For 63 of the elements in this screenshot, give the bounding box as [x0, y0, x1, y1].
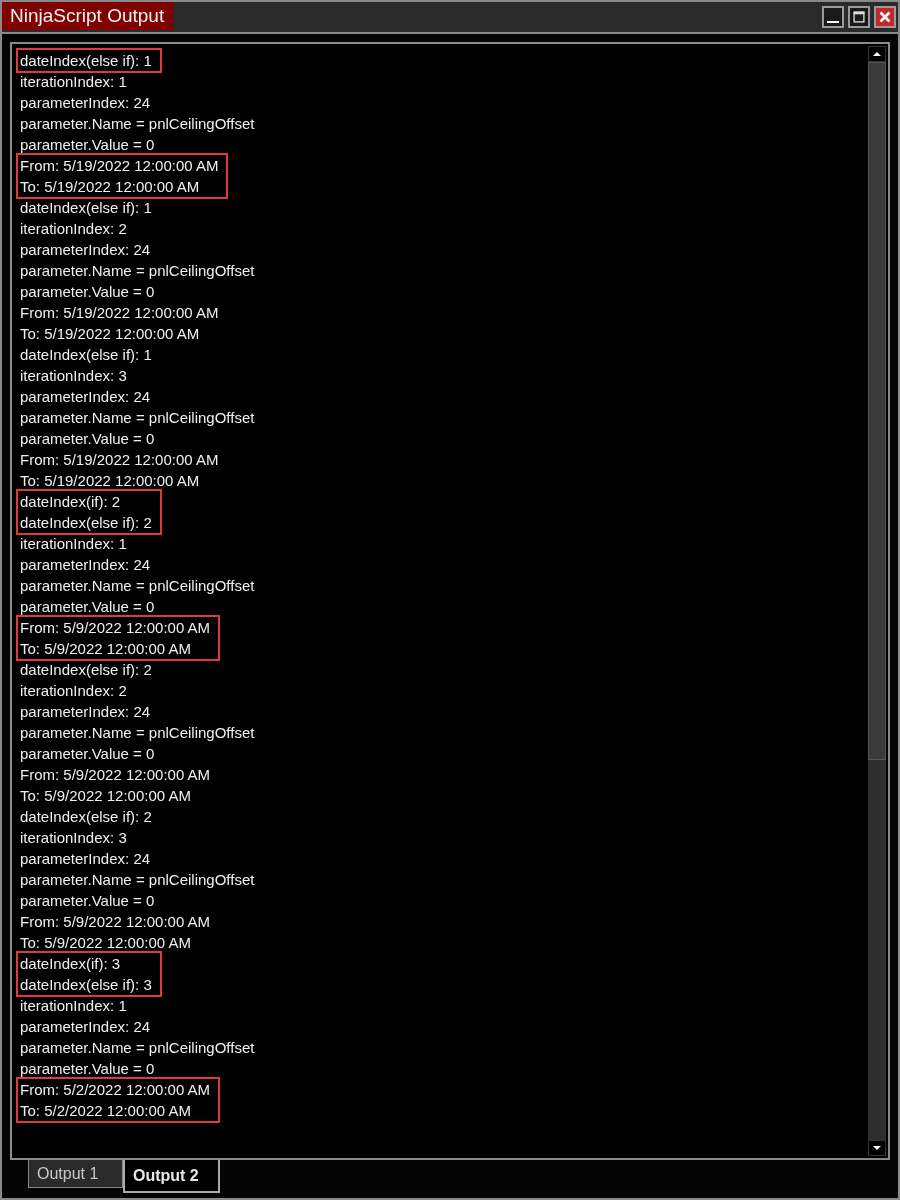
maximize-icon — [851, 8, 867, 26]
scroll-thumb[interactable] — [868, 62, 886, 760]
output-line: To: 5/19/2022 12:00:00 AM — [20, 324, 201, 344]
output-line: iterationIndex: 1 — [20, 534, 128, 554]
output-line: parameterIndex: 24 — [20, 555, 152, 575]
output-line: parameter.Value = 0 — [20, 429, 156, 449]
output-line: dateIndex(else if): 1 — [20, 51, 152, 71]
output-tab[interactable]: Output 2 — [123, 1160, 220, 1193]
output-line: From: 5/9/2022 12:00:00 AM — [20, 765, 212, 785]
output-line: dateIndex(else if): 2 — [20, 660, 153, 680]
output-line: parameterIndex: 24 — [20, 93, 152, 113]
output-line: parameter.Value = 0 — [20, 135, 156, 155]
output-line: dateIndex(if): 2 — [20, 492, 122, 512]
output-line: dateIndex(else if): 3 — [20, 975, 152, 995]
output-line: From: 5/2/2022 12:00:00 AM — [20, 1080, 211, 1100]
minimize-icon — [827, 20, 839, 23]
output-line: iterationIndex: 3 — [20, 366, 128, 386]
scrollbar[interactable] — [868, 46, 886, 1156]
output-line: parameter.Value = 0 — [20, 597, 156, 617]
output-line: parameterIndex: 24 — [20, 387, 152, 407]
output-line: parameterIndex: 24 — [20, 240, 152, 260]
output-line: iterationIndex: 2 — [20, 681, 128, 701]
output-line: dateIndex(else if): 1 — [20, 345, 153, 365]
output-line: parameterIndex: 24 — [20, 849, 152, 869]
output-line: parameter.Name = pnlCeilingOffset — [20, 576, 255, 596]
output-tab[interactable]: Output 1 — [28, 1160, 123, 1188]
scroll-down-icon[interactable] — [868, 1140, 886, 1156]
output-line: dateIndex(else if): 2 — [20, 807, 153, 827]
output-line: parameter.Value = 0 — [20, 282, 156, 302]
output-line: From: 5/9/2022 12:00:00 AM — [20, 912, 212, 932]
output-line: parameter.Value = 0 — [20, 891, 156, 911]
output-line: dateIndex(if): 3 — [20, 954, 122, 974]
output-line: iterationIndex: 2 — [20, 219, 128, 239]
output-line: To: 5/2/2022 12:00:00 AM — [20, 1101, 192, 1121]
output-line: parameter.Name = pnlCeilingOffset — [20, 408, 255, 428]
output-line: To: 5/9/2022 12:00:00 AM — [20, 639, 192, 659]
output-line: parameter.Name = pnlCeilingOffset — [20, 723, 255, 743]
output-line: To: 5/19/2022 12:00:00 AM — [20, 471, 201, 491]
output-line: parameter.Name = pnlCeilingOffset — [20, 870, 255, 890]
output-line: parameter.Name = pnlCeilingOffset — [20, 261, 255, 281]
window-title: NinjaScript Output — [2, 2, 174, 30]
output-line: From: 5/19/2022 12:00:00 AM — [20, 303, 220, 323]
close-button[interactable] — [874, 6, 896, 28]
output-line: From: 5/9/2022 12:00:00 AM — [20, 618, 211, 638]
output-line: From: 5/19/2022 12:00:00 AM — [20, 156, 219, 176]
output-line: iterationIndex: 1 — [20, 996, 128, 1016]
output-line: To: 5/9/2022 12:00:00 AM — [20, 786, 192, 806]
output-line: parameter.Value = 0 — [20, 744, 156, 764]
output-line: parameter.Value = 0 — [20, 1059, 156, 1079]
output-line: To: 5/19/2022 12:00:00 AM — [20, 177, 201, 197]
scroll-up-icon[interactable] — [868, 46, 886, 62]
output-line: parameterIndex: 24 — [20, 1017, 152, 1037]
output-line: parameterIndex: 24 — [20, 702, 152, 722]
output-line: parameter.Name = pnlCeilingOffset — [20, 1038, 255, 1058]
output-line: iterationIndex: 1 — [20, 72, 128, 92]
minimize-button[interactable] — [822, 6, 844, 28]
output-line: dateIndex(else if): 2 — [20, 513, 152, 533]
output-line: To: 5/9/2022 12:00:00 AM — [20, 933, 192, 953]
output-line: dateIndex(else if): 1 — [20, 198, 153, 218]
maximize-button[interactable] — [848, 6, 870, 28]
output-line: From: 5/19/2022 12:00:00 AM — [20, 450, 220, 470]
output-line: parameter.Name = pnlCeilingOffset — [20, 114, 255, 134]
output-line: iterationIndex: 3 — [20, 828, 128, 848]
